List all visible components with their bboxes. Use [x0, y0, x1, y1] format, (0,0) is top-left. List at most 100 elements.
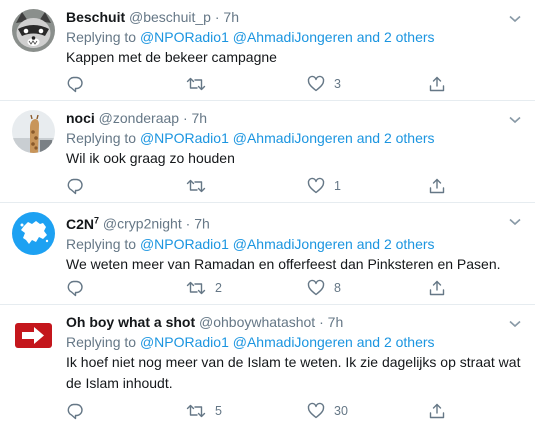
more-options-button[interactable]: [509, 315, 521, 333]
reply-others-link[interactable]: and 2 others: [357, 29, 435, 45]
tweet[interactable]: C2N7 @cryp2night · 7h Replying to @NPORa…: [0, 203, 535, 305]
reply-icon: [67, 403, 83, 420]
reply-icon: [67, 280, 83, 297]
chevron-down-icon: [509, 218, 521, 226]
timestamp[interactable]: 7h: [192, 110, 208, 126]
retweet-icon: [186, 281, 206, 295]
share-icon: [429, 403, 445, 419]
more-options-button[interactable]: [509, 111, 521, 129]
display-name[interactable]: noci: [66, 110, 95, 126]
retweet-icon: [186, 404, 206, 418]
reply-mention-link[interactable]: @NPORadio1: [140, 236, 229, 252]
retweet-count: 2: [215, 281, 222, 295]
replying-to-label: Replying to: [66, 334, 137, 350]
share-button[interactable]: [428, 74, 446, 94]
reply-mention-link[interactable]: @AhmadiJongeren: [233, 130, 353, 146]
display-name[interactable]: Beschuit: [66, 9, 125, 25]
replying-to: Replying to @NPORadio1 @AhmadiJongeren a…: [66, 128, 523, 148]
like-count: 30: [334, 404, 348, 418]
like-button[interactable]: 3: [307, 74, 341, 94]
reply-icon: [67, 178, 83, 195]
retweet-icon: [186, 77, 206, 91]
like-count: 3: [334, 77, 341, 91]
chevron-down-icon: [509, 15, 521, 23]
display-name[interactable]: Oh boy what a shot: [66, 314, 195, 330]
separator-dot: ·: [182, 110, 188, 126]
display-name[interactable]: C2N7: [66, 215, 100, 232]
timestamp[interactable]: 7h: [223, 9, 239, 25]
reply-button[interactable]: [66, 401, 93, 421]
reply-mention-link[interactable]: @AhmadiJongeren: [233, 29, 353, 45]
heart-icon: [307, 75, 325, 92]
raccoon-avatar-icon: [12, 9, 55, 52]
replying-to: Replying to @NPORadio1 @AhmadiJongeren a…: [66, 234, 523, 254]
heart-icon: [307, 177, 325, 194]
separator-dot: ·: [319, 314, 324, 330]
more-options-button[interactable]: [509, 10, 521, 28]
reply-mention-link[interactable]: @NPORadio1: [140, 29, 229, 45]
reply-button[interactable]: [66, 74, 93, 94]
reply-icon: [67, 76, 83, 93]
heart-icon: [307, 279, 325, 296]
avatar[interactable]: [12, 9, 55, 52]
user-handle[interactable]: @cryp2night: [103, 216, 182, 232]
tweet-text: We weten meer van Ramadan en offerfeest …: [66, 255, 501, 272]
share-icon: [429, 76, 445, 92]
replying-to-label: Replying to: [66, 130, 137, 146]
like-count: 1: [334, 179, 341, 193]
reply-button[interactable]: [66, 176, 93, 196]
display-name-superscript: 7: [94, 215, 100, 225]
separator-dot: ·: [214, 9, 220, 25]
more-options-button[interactable]: [509, 213, 521, 231]
replying-to: Replying to @NPORadio1 @AhmadiJongeren a…: [66, 27, 523, 47]
share-button[interactable]: [428, 176, 446, 196]
reply-others-link[interactable]: and 2 others: [357, 334, 435, 350]
retweet-count: 5: [215, 404, 222, 418]
display-name-text: C2N: [66, 215, 95, 232]
retweet-icon: [186, 179, 206, 193]
timestamp[interactable]: 7h: [194, 216, 210, 232]
user-handle[interactable]: @zonderaap: [99, 110, 179, 126]
share-icon: [429, 178, 445, 194]
replying-to: Replying to @NPORadio1 @AhmadiJongeren a…: [66, 332, 523, 352]
reply-mention-link[interactable]: @AhmadiJongeren: [233, 334, 353, 350]
timestamp[interactable]: 7h: [328, 314, 344, 330]
giraffe-avatar-icon: [12, 110, 55, 153]
retweet-button[interactable]: [186, 176, 215, 196]
tweet-text: Wil ik ook graag zo houden: [66, 150, 235, 166]
tweet-text: Ik hoef niet nog meer van de Islam te we…: [66, 354, 521, 391]
retweet-button[interactable]: 5: [186, 401, 222, 421]
reply-mention-link[interactable]: @NPORadio1: [140, 130, 229, 146]
reply-feed: Beschuit @beschuit_p · 7h Replying to @N…: [0, 0, 535, 425]
tweet[interactable]: noci @zonderaap · 7h Replying to @NPORad…: [0, 101, 535, 203]
like-count: 8: [334, 281, 341, 295]
user-handle[interactable]: @ohboywhatashot: [199, 314, 315, 330]
retweet-button[interactable]: 2: [186, 278, 222, 298]
replying-to-label: Replying to: [66, 235, 137, 252]
tweet-text: Kappen met de bekeer campagne: [66, 49, 277, 65]
separator-dot: ·: [185, 215, 191, 232]
retweet-button[interactable]: [186, 74, 215, 94]
share-button[interactable]: [428, 278, 446, 298]
reply-others-link[interactable]: and 2 others: [357, 236, 435, 252]
red-arrow-avatar-icon: [12, 314, 55, 357]
share-button[interactable]: [428, 401, 446, 421]
heart-icon: [307, 402, 325, 419]
user-handle[interactable]: @beschuit_p: [129, 9, 211, 25]
like-button[interactable]: 8: [307, 278, 341, 298]
replying-to-label: Replying to: [66, 29, 137, 45]
tweet[interactable]: Beschuit @beschuit_p · 7h Replying to @N…: [0, 0, 535, 101]
reply-mention-link[interactable]: @NPORadio1: [140, 334, 229, 350]
share-icon: [429, 280, 445, 296]
reply-button[interactable]: [66, 278, 93, 298]
avatar[interactable]: [12, 212, 55, 255]
tweet[interactable]: Oh boy what a shot @ohboywhatashot · 7h …: [0, 305, 535, 425]
europe-map-avatar-icon: [12, 212, 55, 255]
like-button[interactable]: 30: [307, 401, 348, 421]
avatar[interactable]: [12, 314, 55, 357]
avatar[interactable]: [12, 110, 55, 153]
like-button[interactable]: 1: [307, 176, 341, 196]
reply-mention-link[interactable]: @AhmadiJongeren: [233, 236, 353, 252]
chevron-down-icon: [509, 116, 521, 124]
reply-others-link[interactable]: and 2 others: [357, 130, 435, 146]
